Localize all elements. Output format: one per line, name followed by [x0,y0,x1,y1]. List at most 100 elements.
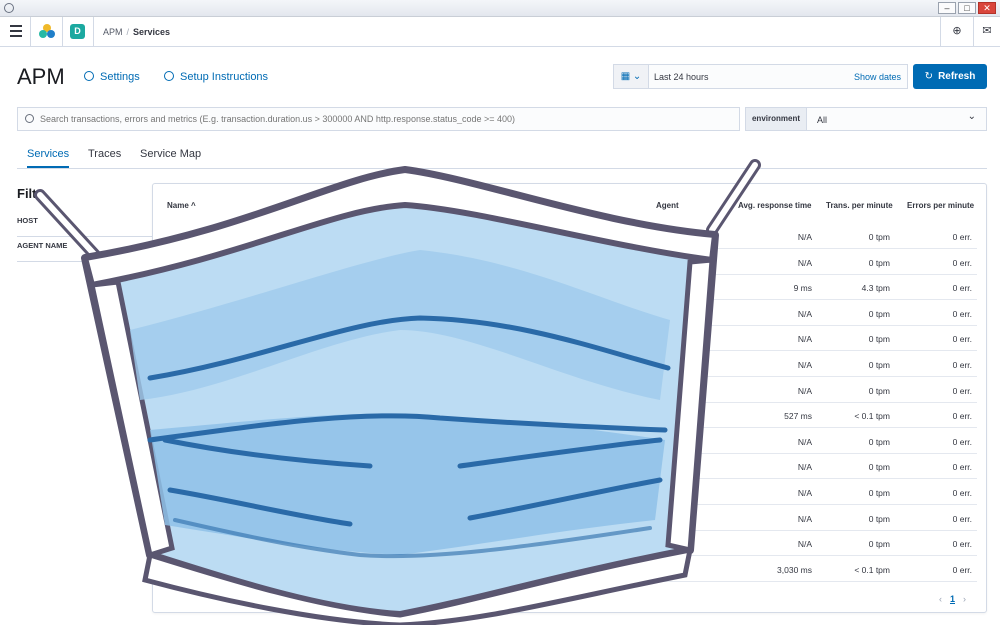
environment-value[interactable]: All [817,115,827,125]
tpm-cell: 0 tpm [868,539,890,550]
setup-instructions-link[interactable]: Setup Instructions [164,71,268,83]
table-row[interactable]: 527 ms < 0.1 tpm 0 err. [163,403,977,429]
filter-agent-name[interactable]: AGENT NAME [17,237,152,262]
table-row[interactable]: N/A 0 tpm 0 err. [163,326,977,352]
refresh-button[interactable]: ↻ Refresh [913,64,987,89]
divider [93,17,94,47]
space-avatar[interactable]: D [70,24,85,39]
tpm-cell: 0 tpm [868,513,890,524]
elastic-logo-icon[interactable] [38,23,56,41]
errors-cell: 0 err. [952,283,972,294]
divider [940,17,941,47]
response-time-cell: 3,030 ms [777,564,812,575]
response-time-cell: N/A [797,513,812,524]
breadcrumb-services: Services [133,27,171,37]
breadcrumb-apm[interactable]: APM [103,27,123,37]
response-time-cell: 9 ms [793,283,812,294]
table-row[interactable]: N/A 0 tpm 0 err. [163,378,977,403]
date-picker[interactable]: ▦ ⌄ Last 24 hours Show dates [613,64,908,89]
search-icon [25,114,34,123]
table-row[interactable]: N/A 0 tpm 0 err. [163,480,977,505]
tab-service-map[interactable]: Service Map [140,148,201,168]
window-titlebar: – □ ✕ [0,0,1000,17]
chevron-down-icon[interactable]: ⌄ [968,111,976,122]
environment-label: environment [746,108,807,130]
tpm-cell: 0 tpm [868,232,890,242]
response-time-cell: N/A [797,232,812,242]
errors-cell: 0 err. [952,308,972,319]
response-time-cell: N/A [797,539,812,550]
errors-cell: 0 err. [952,334,972,345]
filters-title: Filt [17,186,37,201]
column-response-time[interactable]: Avg. response time [738,201,812,210]
gear-icon [84,71,94,81]
table-row[interactable]: N/A 0 tpm 0 err. [163,506,977,531]
errors-cell: 0 err. [952,488,972,498]
table-row[interactable]: 9 ms 4.3 tpm 0 err. [163,275,977,301]
filter-host[interactable]: HOST [17,212,152,237]
page-1-button[interactable]: 1 [950,594,955,604]
services-table-panel: Name ^ Agent Avg. response time Trans. p… [152,183,987,613]
mail-icon[interactable]: ✉ [981,25,993,37]
pagination: ‹ 1 › [939,594,966,604]
minimize-button[interactable]: – [938,2,956,14]
response-time-cell: N/A [797,360,812,370]
table-row[interactable]: N/A 0 tpm 0 err. [163,224,977,249]
tpm-cell: 0 tpm [868,360,890,370]
search-bar[interactable] [17,107,740,131]
response-time-cell: N/A [797,462,812,473]
settings-link[interactable]: Settings [84,71,140,83]
tab-traces[interactable]: Traces [88,148,121,168]
table-row[interactable]: java 3,030 ms < 0.1 tpm 0 err. [163,557,977,582]
top-header: D APM / Services ⊕ ✉ [0,17,1000,47]
page-title: APM [17,64,65,89]
response-time-cell: N/A [797,385,812,396]
tpm-cell: 0 tpm [868,334,890,345]
table-row[interactable]: N/A 0 tpm 0 err. [163,454,977,480]
tpm-cell: 0 tpm [868,385,890,396]
errors-cell: 0 err. [952,564,972,575]
table-row[interactable]: N/A 0 tpm 0 err. [163,352,977,377]
column-errors-per-minute[interactable]: Errors per minute [907,201,974,210]
maximize-button[interactable]: □ [958,2,976,14]
menu-icon[interactable] [10,25,22,37]
help-icon[interactable]: ⊕ [951,25,963,37]
date-range-text[interactable]: Last 24 hours [654,72,709,82]
tpm-cell: 0 tpm [868,488,890,498]
errors-cell: 0 err. [952,232,972,242]
calendar-icon[interactable]: ▦ ⌄ [614,65,649,88]
divider [62,17,63,47]
errors-cell: 0 err. [952,360,972,370]
errors-cell: 0 err. [952,436,972,447]
column-name[interactable]: Name ^ [167,201,196,210]
tab-bar: Services Traces Service Map [17,145,987,169]
tab-services[interactable]: Services [27,148,70,168]
app-icon [4,3,14,13]
tpm-cell: 4.3 tpm [861,283,890,294]
close-window-button[interactable]: ✕ [978,2,996,14]
prev-page-button[interactable]: ‹ [939,594,942,604]
errors-cell: 0 err. [952,385,972,396]
environment-select[interactable]: environment All ⌄ [745,107,987,131]
show-dates-link[interactable]: Show dates [854,72,901,82]
agent-cell: a [656,539,661,550]
column-trans-per-minute[interactable]: Trans. per minute [826,201,893,210]
table-row[interactable]: N/A 0 tpm 0 err. [163,429,977,454]
help-circle-icon [164,71,174,81]
table-row[interactable]: N/A 0 tpm 0 err. [163,301,977,326]
search-input[interactable] [40,111,730,127]
tpm-cell: 0 tpm [868,462,890,473]
tpm-cell: 0 tpm [868,257,890,268]
table-row[interactable]: N/A 0 tpm 0 err. [163,250,977,275]
column-agent[interactable]: Agent [656,201,679,210]
response-time-cell: N/A [797,308,812,319]
agent-cell: java [656,564,672,575]
tpm-cell: < 0.1 tpm [854,411,890,422]
table-row[interactable]: a N/A 0 tpm 0 err. [163,531,977,557]
errors-cell: 0 err. [952,539,972,550]
response-time-cell: N/A [797,436,812,447]
divider [973,17,974,47]
errors-cell: 0 err. [952,257,972,268]
next-page-button[interactable]: › [963,594,966,604]
tpm-cell: 0 tpm [868,308,890,319]
